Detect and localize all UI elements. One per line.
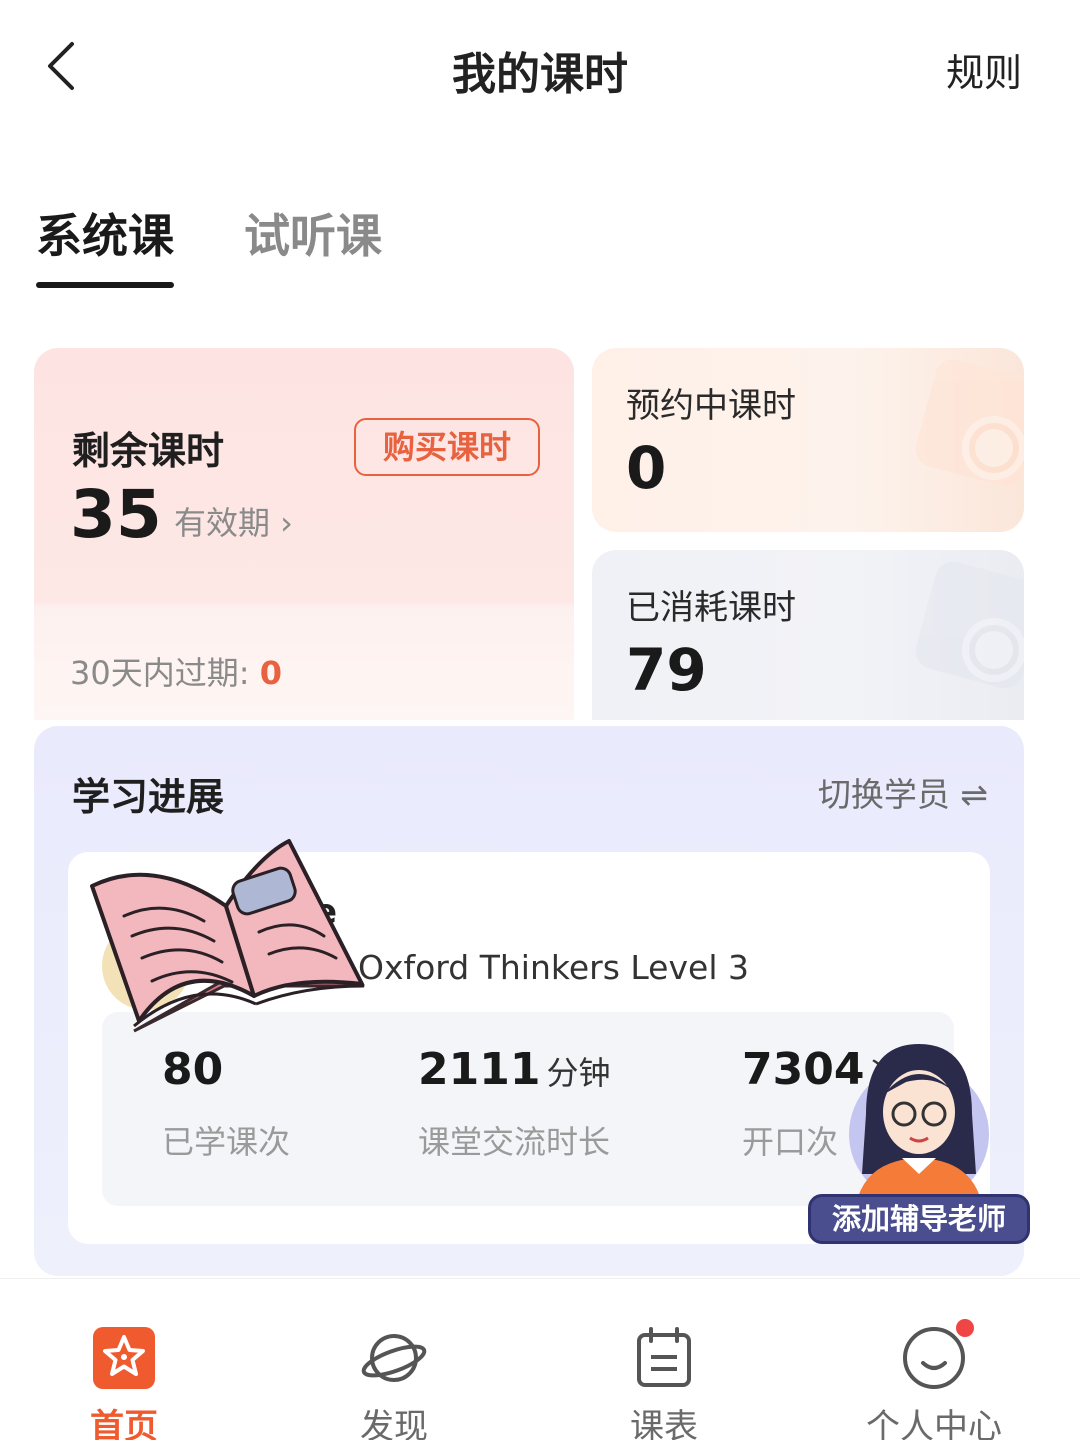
nav-item-discover[interactable]: 发现 <box>304 1323 484 1440</box>
talk-time-stat: 2111 分钟 课堂交流时长 <box>418 1044 610 1163</box>
add-tutor-label: 添加辅导老师 <box>808 1194 1030 1244</box>
add-tutor-float-button[interactable]: 添加辅导老师 <box>806 1034 1032 1248</box>
tab-trial-course[interactable]: 试听课 <box>244 200 382 266</box>
bottom-navigation: 首页 发现 课表 个人中心 <box>0 1278 1080 1440</box>
planet-icon <box>361 1334 427 1382</box>
consumed-hours-label: 已消耗课时 <box>626 588 796 628</box>
active-tab-indicator <box>36 282 174 288</box>
expiring-soon-row: 30天内过期: 0 <box>70 648 282 694</box>
nav-label-discover: 发现 <box>360 1407 428 1440</box>
lessons-learned-value: 80 <box>162 1044 224 1095</box>
nav-label-home: 首页 <box>90 1407 158 1440</box>
nav-item-schedule[interactable]: 课表 <box>574 1323 754 1440</box>
nav-label-profile: 个人中心 <box>866 1407 1002 1440</box>
consumed-hours-value: 79 <box>626 636 707 704</box>
talk-time-value: 2111 <box>418 1044 541 1095</box>
clock-ticket-icon <box>915 359 1024 487</box>
nav-item-home[interactable]: 首页 <box>34 1323 214 1440</box>
expiring-soon-label: 30天内过期: <box>70 654 260 692</box>
nav-item-profile[interactable]: 个人中心 <box>844 1317 1024 1440</box>
lessons-learned-stat: 80 已学课次 <box>162 1044 290 1163</box>
talk-time-unit: 分钟 <box>546 1054 611 1092</box>
course-type-tabs: 系统课 试听课 <box>36 200 636 300</box>
booked-hours-value: 0 <box>626 434 667 502</box>
header: 我的课时 规则 <box>0 0 1080 140</box>
notification-badge <box>954 1317 976 1339</box>
home-star-icon <box>93 1327 155 1389</box>
remaining-hours-card: 剩余课时 购买课时 35 有效期 › 30天内过期: 0 <box>34 348 574 720</box>
switch-student-button[interactable]: 切换学员 ⇌ <box>818 768 988 816</box>
clock-ticket-icon <box>915 561 1024 689</box>
validity-link[interactable]: 有效期 › <box>174 498 293 544</box>
booked-hours-label: 预约中课时 <box>626 386 796 426</box>
consumed-hours-card: 已消耗课时 79 <box>592 550 1024 720</box>
tab-system-course[interactable]: 系统课 <box>36 200 174 266</box>
remaining-hours-label: 剩余课时 <box>72 429 225 473</box>
booked-hours-card: 预约中课时 0 <box>592 348 1024 532</box>
buy-hours-button[interactable]: 购买课时 <box>354 418 540 476</box>
calendar-icon <box>637 1327 691 1387</box>
tutor-avatar-icon <box>849 1044 989 1204</box>
nav-label-schedule: 课表 <box>630 1407 698 1440</box>
expiring-soon-value: 0 <box>259 654 282 692</box>
lessons-learned-caption: 已学课次 <box>162 1123 291 1161</box>
learning-progress-title: 学习进展 <box>72 775 225 819</box>
page-title: 我的课时 <box>452 49 628 100</box>
rules-link[interactable]: 规则 <box>946 42 1022 97</box>
talk-time-caption: 课堂交流时长 <box>418 1123 611 1161</box>
course-name: Oxford Thinkers Level 3 <box>358 948 749 987</box>
open-book-icon <box>90 839 365 1033</box>
remaining-hours-value: 35 <box>70 476 162 553</box>
